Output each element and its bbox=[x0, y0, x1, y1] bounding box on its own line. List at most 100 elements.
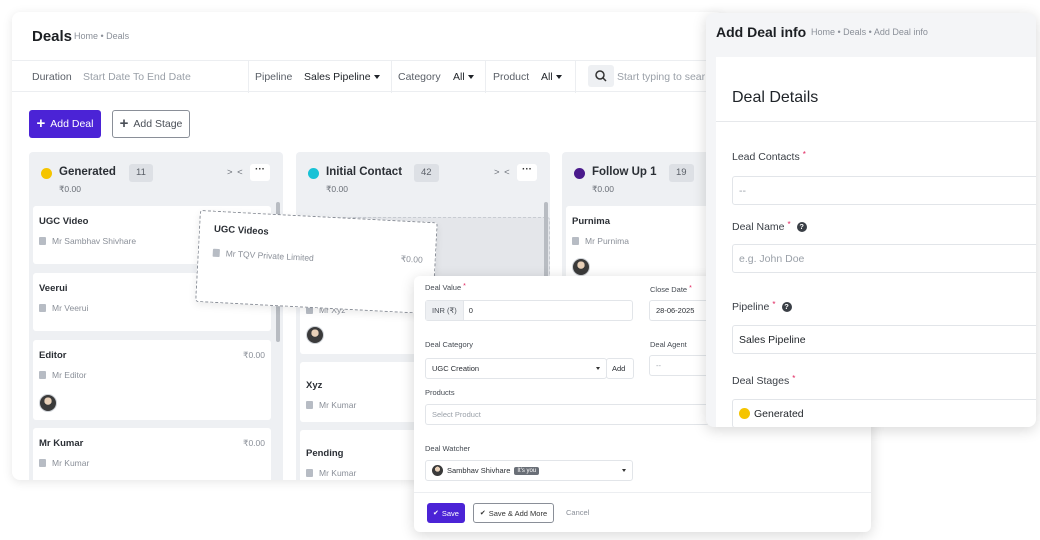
building-icon bbox=[306, 401, 313, 409]
category-label: Category bbox=[398, 71, 441, 83]
stage-title: Generated bbox=[59, 166, 116, 178]
label-text: Lead Contacts bbox=[732, 151, 800, 163]
divider bbox=[391, 61, 392, 93]
deal-contact: Mr TQV Private Limited bbox=[212, 248, 314, 263]
stage-color-dot bbox=[739, 408, 750, 419]
deal-name: Xyz bbox=[306, 380, 323, 391]
search-input[interactable]: Start typing to sear bbox=[617, 71, 705, 83]
deal-contact: Mr Kumar bbox=[306, 400, 356, 410]
contact-name: Mr Sambhav Shivhare bbox=[52, 236, 137, 246]
close-date-label: Close Date * bbox=[650, 285, 692, 294]
contact-name: Mr Kumar bbox=[319, 400, 357, 410]
deal-category-select[interactable]: UGC Creation bbox=[425, 358, 607, 379]
deal-contact: Mr Kumar bbox=[39, 458, 89, 468]
help-icon[interactable]: ? bbox=[796, 222, 807, 232]
deal-watcher-select[interactable]: Sambhav Shivhare It's you bbox=[425, 460, 633, 481]
deal-category-value: UGC Creation bbox=[432, 364, 480, 373]
stage-title: Initial Contact bbox=[326, 166, 403, 178]
contact-name: Mr Veerui bbox=[52, 303, 89, 313]
stage-count: 11 bbox=[129, 164, 153, 182]
category-value: All bbox=[453, 71, 465, 83]
save-and-add-more-button[interactable]: ✔ Save & Add More bbox=[473, 503, 554, 523]
collapse-arrows-icon[interactable]: > < bbox=[227, 167, 244, 178]
deal-name: Veerui bbox=[39, 283, 68, 294]
stage-color-dot bbox=[41, 168, 52, 179]
deal-name: UGC Video bbox=[39, 216, 89, 227]
label-text: Deal Name bbox=[732, 221, 785, 233]
lead-contacts-select[interactable]: -- bbox=[732, 176, 1036, 205]
divider bbox=[414, 492, 871, 493]
deal-card[interactable]: Purnima Mr Purnima bbox=[566, 206, 724, 284]
duration-label: Duration bbox=[32, 71, 72, 83]
collapse-arrows-icon[interactable]: > < bbox=[494, 167, 511, 178]
divider bbox=[716, 121, 1036, 122]
stage-color-dot bbox=[574, 168, 585, 179]
close-date-input[interactable]: 28-06-2025 bbox=[649, 300, 709, 321]
product-select[interactable]: All bbox=[541, 71, 562, 83]
add-deal-label: Add Deal bbox=[50, 118, 94, 130]
check-double-icon: ✔ bbox=[479, 510, 486, 517]
save-button[interactable]: ✔ Save bbox=[427, 503, 465, 523]
more-options-icon[interactable]: ··· bbox=[250, 164, 270, 181]
deal-name: Mr Kumar bbox=[39, 438, 84, 449]
save-more-label: Save & Add More bbox=[488, 508, 548, 518]
stage-amount: ₹0.00 bbox=[326, 184, 348, 194]
deal-card[interactable]: Editor ₹0.00 Mr Editor bbox=[33, 340, 271, 420]
deal-amount: ₹0.00 bbox=[243, 438, 265, 448]
stage-amount: ₹0.00 bbox=[59, 184, 81, 194]
scrollbar[interactable] bbox=[544, 202, 548, 282]
deal-stage-value: Generated bbox=[754, 407, 804, 420]
chevron-down-icon bbox=[596, 367, 600, 370]
products-label: Products bbox=[425, 388, 455, 397]
you-badge: It's you bbox=[514, 466, 540, 475]
save-label: Save bbox=[441, 508, 459, 518]
deal-contact: Mr Sambhav Shivhare bbox=[39, 236, 136, 246]
building-icon bbox=[572, 237, 579, 245]
deal-name-input[interactable]: e.g. John Doe bbox=[732, 244, 1036, 273]
help-icon[interactable]: ? bbox=[781, 302, 792, 312]
building-icon bbox=[39, 304, 46, 312]
add-category-button[interactable]: Add bbox=[606, 358, 634, 379]
duration-input[interactable]: Start Date To End Date bbox=[83, 71, 191, 83]
required-marker: * bbox=[792, 373, 796, 383]
deal-value-input[interactable]: INR (₹) 0 bbox=[425, 300, 633, 321]
deal-agent-select[interactable]: -- bbox=[649, 355, 709, 376]
breadcrumb: Home • Deals bbox=[74, 31, 130, 41]
deal-contact: Mr Editor bbox=[39, 370, 86, 380]
cancel-link[interactable]: Cancel bbox=[566, 508, 589, 517]
avatar bbox=[39, 394, 57, 412]
deal-contact: Mr Veerui bbox=[39, 303, 88, 313]
pipeline-select[interactable]: Sales Pipeline bbox=[304, 71, 380, 83]
chevron-down-icon bbox=[555, 75, 562, 80]
products-select[interactable]: Select Product bbox=[425, 404, 709, 425]
stage-column-generated: Generated 11 > < ··· ₹0.00 UGC Video Mr … bbox=[29, 152, 283, 480]
contact-name: Mr Kumar bbox=[319, 468, 357, 478]
add-deal-button[interactable]: + Add Deal bbox=[29, 110, 101, 138]
avatar bbox=[306, 326, 324, 344]
pipeline-label: Pipeline bbox=[255, 71, 293, 83]
chevron-down-icon bbox=[373, 75, 380, 80]
required-marker: * bbox=[463, 283, 466, 290]
deal-card[interactable]: Mr Kumar ₹0.00 Mr Kumar bbox=[33, 428, 271, 480]
chevron-down-icon bbox=[467, 75, 474, 80]
add-stage-label: Add Stage bbox=[133, 118, 183, 130]
add-stage-button[interactable]: + Add Stage bbox=[112, 110, 190, 138]
deal-value: 0 bbox=[468, 306, 473, 315]
filter-bar: Duration Start Date To End Date Pipeline… bbox=[12, 60, 724, 93]
more-options-icon[interactable]: ··· bbox=[517, 164, 537, 181]
building-icon bbox=[39, 371, 46, 379]
deal-name: Purnima bbox=[572, 216, 611, 227]
deal-stages-select[interactable]: Generated bbox=[732, 399, 1036, 427]
building-icon bbox=[212, 248, 220, 258]
contact-name: Mr Kumar bbox=[52, 458, 90, 468]
dragging-deal-card[interactable]: UGC Videos ₹0.00 Mr TQV Private Limited bbox=[195, 210, 438, 315]
stage-color-dot bbox=[308, 168, 319, 179]
pipeline-select[interactable]: Sales Pipeline bbox=[732, 325, 1036, 354]
category-select[interactable]: All bbox=[453, 71, 474, 83]
search-button[interactable] bbox=[588, 65, 614, 87]
contact-name: Mr Editor bbox=[52, 370, 87, 380]
label-text: Close Date bbox=[650, 285, 688, 294]
lead-contacts-label: Lead Contacts * bbox=[732, 150, 806, 164]
deal-value-label: Deal Value * bbox=[425, 283, 466, 292]
stage-count: 42 bbox=[414, 164, 439, 182]
